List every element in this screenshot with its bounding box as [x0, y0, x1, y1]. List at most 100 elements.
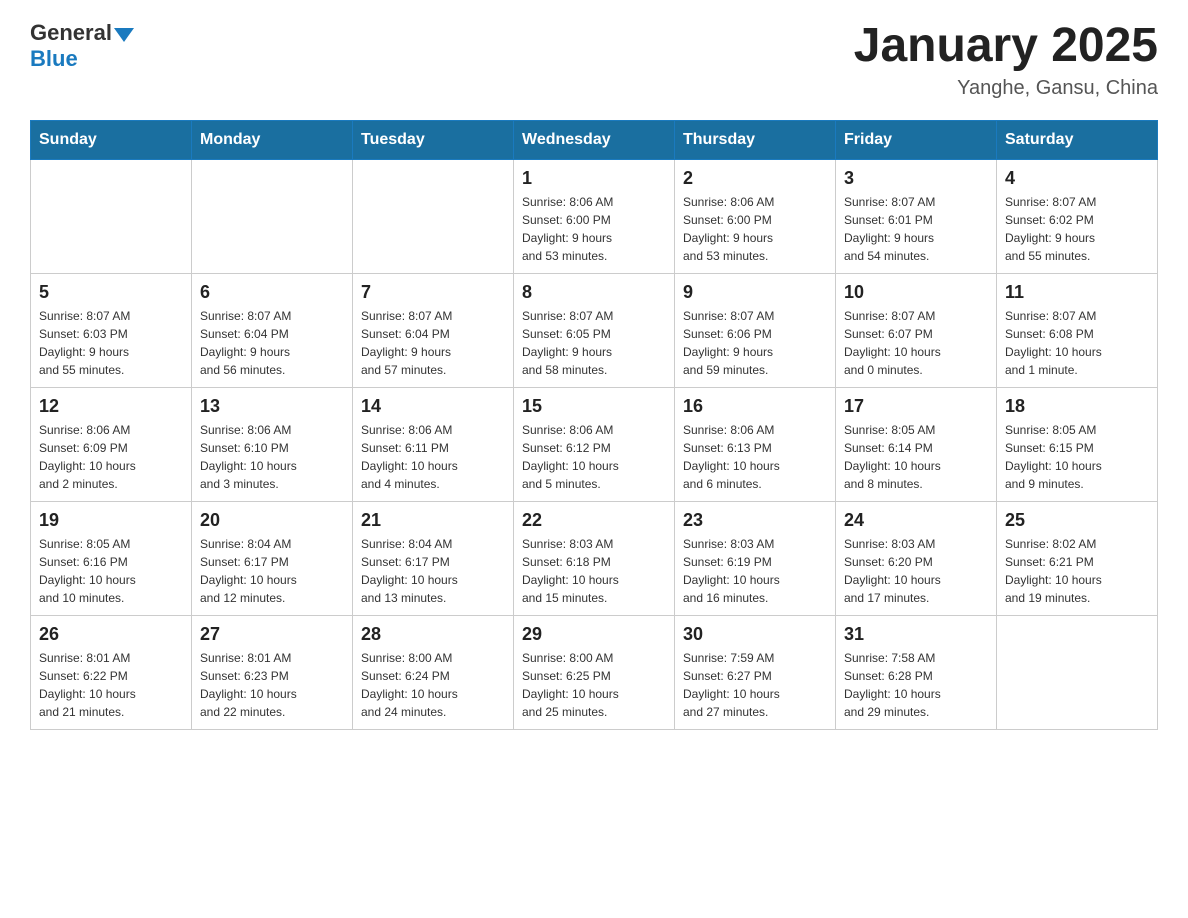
- logo-arrow-icon: [114, 28, 134, 42]
- day-number: 18: [1005, 396, 1149, 417]
- calendar-cell: 13 Sunrise: 8:06 AM Sunset: 6:10 PM Dayli…: [192, 387, 353, 501]
- day-number: 16: [683, 396, 827, 417]
- day-info: Sunrise: 8:03 AM Sunset: 6:19 PM Dayligh…: [683, 535, 827, 607]
- logo-general: General: [30, 20, 112, 46]
- logo: General Blue: [30, 20, 134, 72]
- calendar-cell: 11 Sunrise: 8:07 AM Sunset: 6:08 PM Dayli…: [997, 273, 1158, 387]
- calendar-cell: 29Sunrise: 8:00 AM Sunset: 6:25 PM Dayli…: [514, 615, 675, 729]
- day-info: Sunrise: 8:06 AM Sunset: 6:00 PM Dayligh…: [522, 193, 666, 265]
- calendar-cell: 31 Sunrise: 7:58 AM Sunset: 6:28 PM Dayli…: [836, 615, 997, 729]
- day-info: Sunrise: 8:05 AM Sunset: 6:14 PM Dayligh…: [844, 421, 988, 493]
- day-info: Sunrise: 8:07 AM Sunset: 6:04 PM Dayligh…: [200, 307, 344, 379]
- calendar-cell: 27 Sunrise: 8:01 AM Sunset: 6:23 PM Dayli…: [192, 615, 353, 729]
- calendar-cell: 12Sunrise: 8:06 AM Sunset: 6:09 PM Dayli…: [31, 387, 192, 501]
- day-number: 8: [522, 282, 666, 303]
- calendar-cell: 5Sunrise: 8:07 AM Sunset: 6:03 PM Daylig…: [31, 273, 192, 387]
- calendar-cell: 26Sunrise: 8:01 AM Sunset: 6:22 PM Dayli…: [31, 615, 192, 729]
- day-number: 7: [361, 282, 505, 303]
- calendar-body: 1 Sunrise: 8:06 AM Sunset: 6:00 PM Daylig…: [31, 159, 1158, 729]
- day-info: Sunrise: 8:06 AM Sunset: 6:11 PM Dayligh…: [361, 421, 505, 493]
- day-number: 4: [1005, 168, 1149, 189]
- day-number: 11: [1005, 282, 1149, 303]
- calendar-cell: 17 Sunrise: 8:05 AM Sunset: 6:14 PM Dayli…: [836, 387, 997, 501]
- day-info: Sunrise: 8:00 AM Sunset: 6:25 PM Dayligh…: [522, 649, 666, 721]
- day-info: Sunrise: 8:01 AM Sunset: 6:22 PM Dayligh…: [39, 649, 183, 721]
- day-info: Sunrise: 8:06 AM Sunset: 6:12 PM Dayligh…: [522, 421, 666, 493]
- day-number: 10: [844, 282, 988, 303]
- day-number: 13: [200, 396, 344, 417]
- calendar-cell: 18Sunrise: 8:05 AM Sunset: 6:15 PM Dayli…: [997, 387, 1158, 501]
- day-info: Sunrise: 8:07 AM Sunset: 6:01 PM Dayligh…: [844, 193, 988, 265]
- week-row-4: 19 Sunrise: 8:05 AM Sunset: 6:16 PM Dayli…: [31, 501, 1158, 615]
- title-block: January 2025 Yanghe, Gansu, China: [854, 20, 1158, 100]
- day-number: 23: [683, 510, 827, 531]
- day-number: 3: [844, 168, 988, 189]
- day-number: 1: [522, 168, 666, 189]
- location-title: Yanghe, Gansu, China: [854, 77, 1158, 100]
- day-info: Sunrise: 8:05 AM Sunset: 6:16 PM Dayligh…: [39, 535, 183, 607]
- calendar-cell: 15 Sunrise: 8:06 AM Sunset: 6:12 PM Dayli…: [514, 387, 675, 501]
- calendar-cell: 2 Sunrise: 8:06 AM Sunset: 6:00 PM Daylig…: [675, 159, 836, 273]
- col-header-wednesday: Wednesday: [514, 120, 675, 159]
- day-info: Sunrise: 8:06 AM Sunset: 6:00 PM Dayligh…: [683, 193, 827, 265]
- day-info: Sunrise: 8:03 AM Sunset: 6:20 PM Dayligh…: [844, 535, 988, 607]
- day-number: 21: [361, 510, 505, 531]
- calendar-cell: 7 Sunrise: 8:07 AM Sunset: 6:04 PM Daylig…: [353, 273, 514, 387]
- calendar-cell: 19 Sunrise: 8:05 AM Sunset: 6:16 PM Dayli…: [31, 501, 192, 615]
- day-number: 17: [844, 396, 988, 417]
- day-info: Sunrise: 8:03 AM Sunset: 6:18 PM Dayligh…: [522, 535, 666, 607]
- col-header-sunday: Sunday: [31, 120, 192, 159]
- day-info: Sunrise: 8:01 AM Sunset: 6:23 PM Dayligh…: [200, 649, 344, 721]
- calendar-cell: 28Sunrise: 8:00 AM Sunset: 6:24 PM Dayli…: [353, 615, 514, 729]
- day-info: Sunrise: 7:59 AM Sunset: 6:27 PM Dayligh…: [683, 649, 827, 721]
- day-info: Sunrise: 8:07 AM Sunset: 6:07 PM Dayligh…: [844, 307, 988, 379]
- calendar-cell: 20Sunrise: 8:04 AM Sunset: 6:17 PM Dayli…: [192, 501, 353, 615]
- day-number: 24: [844, 510, 988, 531]
- calendar-cell: 4 Sunrise: 8:07 AM Sunset: 6:02 PM Daylig…: [997, 159, 1158, 273]
- day-info: Sunrise: 8:07 AM Sunset: 6:08 PM Dayligh…: [1005, 307, 1149, 379]
- day-info: Sunrise: 8:07 AM Sunset: 6:06 PM Dayligh…: [683, 307, 827, 379]
- calendar-cell: 22Sunrise: 8:03 AM Sunset: 6:18 PM Dayli…: [514, 501, 675, 615]
- calendar-cell: 10 Sunrise: 8:07 AM Sunset: 6:07 PM Dayli…: [836, 273, 997, 387]
- day-info: Sunrise: 8:07 AM Sunset: 6:03 PM Dayligh…: [39, 307, 183, 379]
- col-header-saturday: Saturday: [997, 120, 1158, 159]
- day-number: 27: [200, 624, 344, 645]
- col-header-tuesday: Tuesday: [353, 120, 514, 159]
- day-info: Sunrise: 8:06 AM Sunset: 6:10 PM Dayligh…: [200, 421, 344, 493]
- calendar-cell: 1 Sunrise: 8:06 AM Sunset: 6:00 PM Daylig…: [514, 159, 675, 273]
- logo-blue: Blue: [30, 46, 134, 72]
- day-info: Sunrise: 7:58 AM Sunset: 6:28 PM Dayligh…: [844, 649, 988, 721]
- calendar-cell: 3 Sunrise: 8:07 AM Sunset: 6:01 PM Daylig…: [836, 159, 997, 273]
- calendar-cell: 25 Sunrise: 8:02 AM Sunset: 6:21 PM Dayli…: [997, 501, 1158, 615]
- day-info: Sunrise: 8:07 AM Sunset: 6:02 PM Dayligh…: [1005, 193, 1149, 265]
- calendar-cell: 9 Sunrise: 8:07 AM Sunset: 6:06 PM Daylig…: [675, 273, 836, 387]
- day-number: 28: [361, 624, 505, 645]
- week-row-1: 1 Sunrise: 8:06 AM Sunset: 6:00 PM Daylig…: [31, 159, 1158, 273]
- day-number: 20: [200, 510, 344, 531]
- day-info: Sunrise: 8:07 AM Sunset: 6:04 PM Dayligh…: [361, 307, 505, 379]
- day-number: 19: [39, 510, 183, 531]
- calendar-cell: 23 Sunrise: 8:03 AM Sunset: 6:19 PM Dayli…: [675, 501, 836, 615]
- calendar-cell: 24 Sunrise: 8:03 AM Sunset: 6:20 PM Dayli…: [836, 501, 997, 615]
- calendar-cell: 21 Sunrise: 8:04 AM Sunset: 6:17 PM Dayli…: [353, 501, 514, 615]
- calendar-cell: 8Sunrise: 8:07 AM Sunset: 6:05 PM Daylig…: [514, 273, 675, 387]
- calendar-cell: 30Sunrise: 7:59 AM Sunset: 6:27 PM Dayli…: [675, 615, 836, 729]
- col-header-thursday: Thursday: [675, 120, 836, 159]
- day-info: Sunrise: 8:02 AM Sunset: 6:21 PM Dayligh…: [1005, 535, 1149, 607]
- col-header-monday: Monday: [192, 120, 353, 159]
- day-number: 12: [39, 396, 183, 417]
- day-info: Sunrise: 8:04 AM Sunset: 6:17 PM Dayligh…: [361, 535, 505, 607]
- calendar-cell: [31, 159, 192, 273]
- calendar-cell: 14 Sunrise: 8:06 AM Sunset: 6:11 PM Dayli…: [353, 387, 514, 501]
- calendar-cell: [192, 159, 353, 273]
- day-number: 25: [1005, 510, 1149, 531]
- day-number: 15: [522, 396, 666, 417]
- day-number: 9: [683, 282, 827, 303]
- day-number: 14: [361, 396, 505, 417]
- day-number: 31: [844, 624, 988, 645]
- header-row: SundayMondayTuesdayWednesdayThursdayFrid…: [31, 120, 1158, 159]
- day-number: 2: [683, 168, 827, 189]
- week-row-3: 12Sunrise: 8:06 AM Sunset: 6:09 PM Dayli…: [31, 387, 1158, 501]
- page-header: General Blue January 2025 Yanghe, Gansu,…: [30, 20, 1158, 100]
- calendar-cell: 16Sunrise: 8:06 AM Sunset: 6:13 PM Dayli…: [675, 387, 836, 501]
